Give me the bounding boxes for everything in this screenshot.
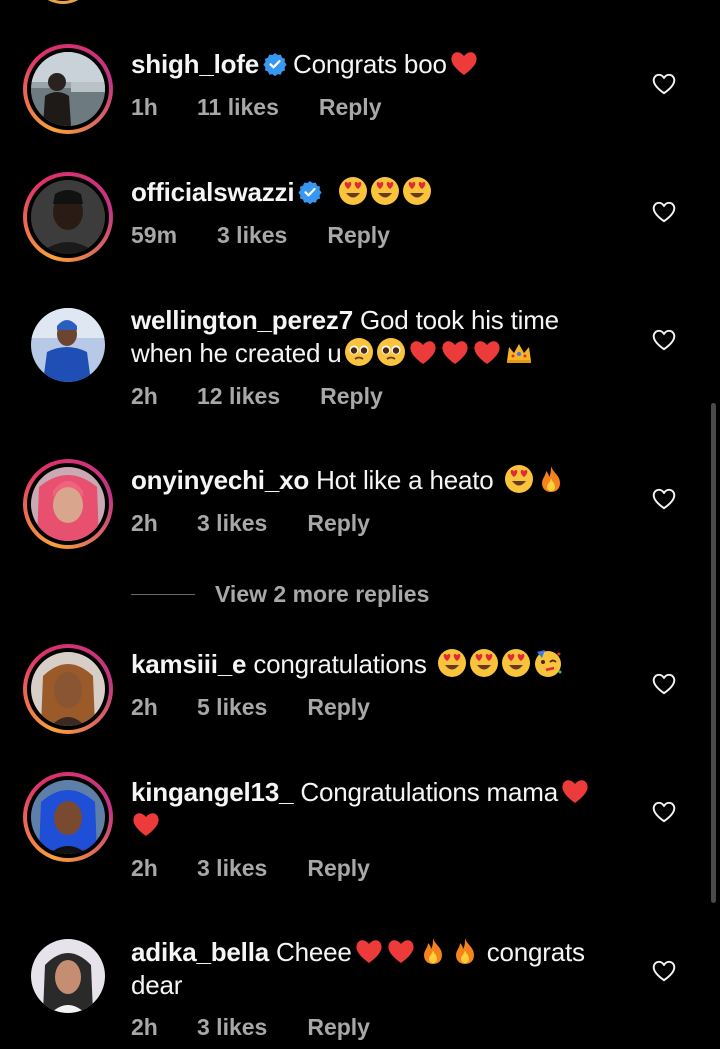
- username[interactable]: onyinyechi_xo: [131, 465, 309, 495]
- username[interactable]: officialswazzi: [131, 177, 295, 207]
- username[interactable]: shigh_lofe: [131, 49, 259, 79]
- heart-outline-icon[interactable]: [651, 71, 677, 97]
- previous-avatar-ring: [32, 0, 94, 4]
- reply-button[interactable]: Reply: [319, 94, 382, 121]
- heart-eyes-icon: [469, 648, 499, 678]
- fire-icon: [450, 936, 480, 966]
- comment-text: congratulations: [253, 649, 427, 679]
- comment-time: 2h: [131, 855, 158, 881]
- avatar: [31, 180, 105, 254]
- reply-button[interactable]: Reply: [307, 1014, 370, 1041]
- avatar-wrapper[interactable]: [23, 300, 113, 390]
- like-count[interactable]: 3 likes: [197, 510, 267, 537]
- like-count[interactable]: 11 likes: [197, 94, 279, 121]
- heart-eyes-icon: [338, 176, 368, 206]
- like-count[interactable]: 3 likes: [197, 1014, 267, 1041]
- red-heart-icon: [560, 776, 590, 806]
- reply-button[interactable]: Reply: [307, 510, 370, 537]
- scrollbar[interactable]: [711, 403, 716, 903]
- red-heart-icon: [408, 337, 438, 367]
- verified-badge-icon: [263, 51, 287, 77]
- avatar: [31, 52, 105, 126]
- username[interactable]: adika_bella: [131, 937, 269, 967]
- heart-eyes-icon: [501, 648, 531, 678]
- verified-badge-icon: [298, 179, 322, 205]
- comment-text: Congrats boo: [293, 49, 447, 79]
- replies-divider: [131, 593, 195, 595]
- username[interactable]: kamsiii_e: [131, 649, 246, 679]
- comment-time: 2h: [131, 694, 158, 720]
- avatar-story-ring[interactable]: [23, 44, 113, 134]
- view-more-replies-button[interactable]: View 2 more replies: [131, 578, 429, 610]
- crown-icon: [504, 337, 534, 367]
- avatar: [31, 652, 105, 726]
- comment-text: dear: [131, 970, 183, 1000]
- like-count[interactable]: 3 likes: [197, 855, 267, 882]
- red-heart-icon: [354, 936, 384, 966]
- red-heart-icon: [131, 809, 161, 839]
- comment-time: 1h: [131, 94, 158, 120]
- comment-time: 2h: [131, 383, 158, 409]
- heart-eyes-icon: [504, 464, 534, 494]
- reply-button[interactable]: Reply: [327, 222, 390, 249]
- reply-button[interactable]: Reply: [307, 694, 370, 721]
- avatar-story-ring[interactable]: [23, 772, 113, 862]
- comment-text: God took his time: [360, 305, 559, 335]
- avatar: [31, 467, 105, 541]
- heart-outline-icon[interactable]: [651, 799, 677, 825]
- avatar: [31, 780, 105, 854]
- avatar-wrapper[interactable]: [23, 931, 113, 1021]
- comment-time: 2h: [131, 1014, 158, 1040]
- avatar: [31, 939, 105, 1013]
- username[interactable]: wellington_perez7: [131, 305, 353, 335]
- heart-eyes-icon: [370, 176, 400, 206]
- red-heart-icon: [440, 337, 470, 367]
- heart-eyes-icon: [402, 176, 432, 206]
- like-count[interactable]: 12 likes: [197, 383, 280, 410]
- view-more-replies-label: View 2 more replies: [215, 580, 430, 607]
- red-heart-icon: [386, 936, 416, 966]
- reply-button[interactable]: Reply: [320, 383, 383, 410]
- avatar-story-ring[interactable]: [23, 459, 113, 549]
- avatar-story-ring[interactable]: [23, 172, 113, 262]
- red-heart-icon: [449, 48, 479, 78]
- comments-screen: shigh_lofe Congrats boo 1h 11 likes Reply o…: [0, 0, 720, 1049]
- username[interactable]: kingangel13_: [131, 777, 294, 807]
- avatar-story-ring[interactable]: [23, 644, 113, 734]
- heart-outline-icon[interactable]: [651, 327, 677, 353]
- pleading-face-icon: [344, 337, 374, 367]
- heart-outline-icon[interactable]: [651, 671, 677, 697]
- avatar: [31, 308, 105, 382]
- comment-text: when he created u: [131, 338, 342, 368]
- heart-outline-icon[interactable]: [651, 958, 677, 984]
- fire-icon: [418, 936, 448, 966]
- comment-text: Cheee: [276, 937, 352, 967]
- heart-outline-icon[interactable]: [651, 199, 677, 225]
- reply-button[interactable]: Reply: [307, 855, 370, 882]
- comment-time: 59m: [131, 222, 178, 248]
- like-count[interactable]: 5 likes: [197, 694, 267, 721]
- comment-text: Congratulations mama: [300, 777, 558, 807]
- comment-text: Hot like a heato: [316, 465, 494, 495]
- comment-time: 2h: [131, 510, 158, 536]
- comment-text: congrats: [486, 937, 585, 967]
- heart-eyes-icon: [437, 648, 467, 678]
- partying-face-icon: [533, 648, 563, 678]
- fire-icon: [536, 464, 566, 494]
- heart-outline-icon[interactable]: [651, 486, 677, 512]
- like-count[interactable]: 3 likes: [217, 222, 287, 249]
- pleading-face-icon: [376, 337, 406, 367]
- red-heart-icon: [472, 337, 502, 367]
